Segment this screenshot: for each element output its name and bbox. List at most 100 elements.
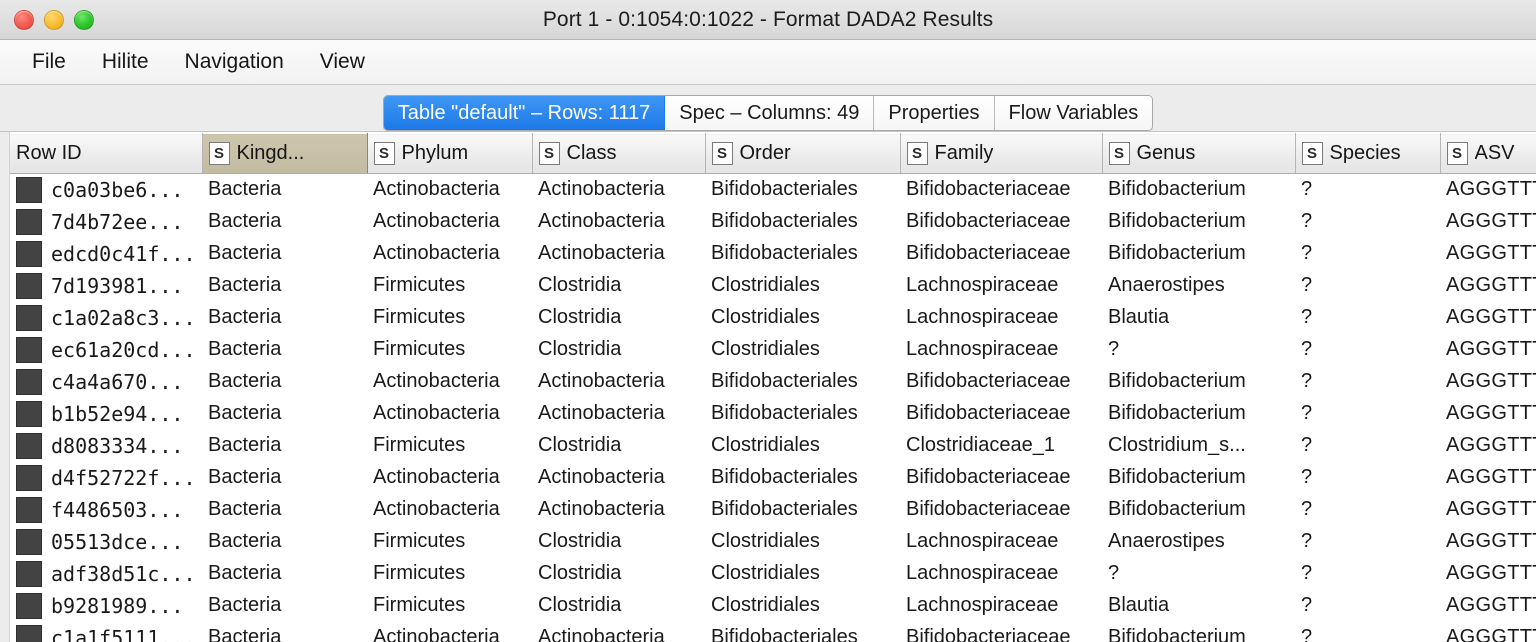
cell-phylum[interactable]: Actinobacteria: [367, 621, 532, 642]
cell-kingdom[interactable]: Bacteria: [202, 525, 367, 558]
cell-order[interactable]: Bifidobacteriales: [705, 397, 900, 430]
row-id-cell[interactable]: c1a1f5111...: [10, 621, 202, 642]
cell-class[interactable]: Actinobacteria: [532, 205, 705, 238]
cell-asv[interactable]: AGGGTTT: [1440, 493, 1536, 526]
cell-family[interactable]: Lachnospiraceae: [900, 333, 1102, 366]
cell-order[interactable]: Clostridiales: [705, 557, 900, 590]
cell-asv[interactable]: AGGGTTT: [1440, 557, 1536, 590]
menu-item-view[interactable]: View: [302, 47, 383, 77]
cell-phylum[interactable]: Actinobacteria: [367, 205, 532, 238]
cell-class[interactable]: Clostridia: [532, 589, 705, 622]
cell-family[interactable]: Bifidobacteriaceae: [900, 621, 1102, 642]
table-row[interactable]: f4486503... Bacteria Actinobacteria Actinob…: [10, 493, 1536, 526]
column-header-family[interactable]: S Family: [900, 133, 1103, 174]
cell-class[interactable]: Actinobacteria: [532, 365, 705, 398]
column-header-kingdom[interactable]: S Kingd...: [202, 133, 368, 174]
cell-genus[interactable]: Bifidobacterium: [1102, 461, 1295, 494]
cell-genus[interactable]: Bifidobacterium: [1102, 621, 1295, 642]
row-id-cell[interactable]: c1a02a8c3...: [10, 301, 202, 334]
column-header-asv[interactable]: S ASV: [1440, 133, 1536, 174]
column-header-rowid[interactable]: Row ID: [10, 133, 203, 174]
cell-order[interactable]: Bifidobacteriales: [705, 365, 900, 398]
maximize-button[interactable]: [74, 9, 94, 30]
table-row[interactable]: 05513dce... Bacteria Firmicutes Clostridia C…: [10, 525, 1536, 558]
cell-species[interactable]: ?: [1295, 365, 1440, 398]
cell-order[interactable]: Bifidobacteriales: [705, 237, 900, 270]
table-row[interactable]: d4f52722f... Bacteria Actinobacteria Actino…: [10, 461, 1536, 494]
cell-species[interactable]: ?: [1295, 525, 1440, 558]
cell-species[interactable]: ?: [1295, 621, 1440, 642]
row-id-cell[interactable]: 7d4b72ee...: [10, 205, 202, 238]
cell-phylum[interactable]: Firmicutes: [367, 589, 532, 622]
column-header-phylum[interactable]: S Phylum: [367, 133, 533, 174]
cell-genus[interactable]: Anaerostipes: [1102, 269, 1295, 302]
cell-family[interactable]: Bifidobacteriaceae: [900, 205, 1102, 238]
cell-order[interactable]: Clostridiales: [705, 301, 900, 334]
row-id-cell[interactable]: adf38d51c...: [10, 557, 202, 590]
cell-order[interactable]: Clostridiales: [705, 269, 900, 302]
table-row[interactable]: c1a1f5111... Bacteria Actinobacteria Actino…: [10, 621, 1536, 642]
cell-family[interactable]: Lachnospiraceae: [900, 301, 1102, 334]
table-row[interactable]: b9281989... Bacteria Firmicutes Clostridia C…: [10, 589, 1536, 622]
table-row[interactable]: c4a4a670... Bacteria Actinobacteria Actinob…: [10, 365, 1536, 398]
cell-class[interactable]: Actinobacteria: [532, 173, 705, 206]
tab-flow-variables[interactable]: Flow Variables: [994, 96, 1153, 130]
cell-class[interactable]: Actinobacteria: [532, 493, 705, 526]
tab-properties[interactable]: Properties: [874, 96, 995, 130]
cell-class[interactable]: Actinobacteria: [532, 461, 705, 494]
cell-species[interactable]: ?: [1295, 269, 1440, 302]
cell-asv[interactable]: AGGGTTT: [1440, 301, 1536, 334]
tab-table-default[interactable]: Table "default" – Rows: 1117: [383, 96, 666, 130]
menu-item-hilite[interactable]: Hilite: [84, 47, 167, 77]
cell-asv[interactable]: AGGGTTT: [1440, 461, 1536, 494]
cell-class[interactable]: Clostridia: [532, 269, 705, 302]
table-scroll-viewport[interactable]: Row ID S Kingd... S Phylum S Class S Ord…: [10, 132, 1536, 642]
vertical-scrollbar-gutter[interactable]: [0, 132, 10, 642]
cell-class[interactable]: Clostridia: [532, 333, 705, 366]
cell-kingdom[interactable]: Bacteria: [202, 589, 367, 622]
cell-phylum[interactable]: Firmicutes: [367, 429, 532, 462]
cell-species[interactable]: ?: [1295, 589, 1440, 622]
cell-species[interactable]: ?: [1295, 205, 1440, 238]
column-header-genus[interactable]: S Genus: [1102, 133, 1296, 174]
cell-genus[interactable]: Bifidobacterium: [1102, 365, 1295, 398]
table-row[interactable]: 7d4b72ee... Bacteria Actinobacteria Actinob…: [10, 205, 1536, 238]
column-header-class[interactable]: S Class: [532, 133, 706, 174]
cell-species[interactable]: ?: [1295, 333, 1440, 366]
cell-order[interactable]: Clostridiales: [705, 333, 900, 366]
cell-family[interactable]: Lachnospiraceae: [900, 269, 1102, 302]
cell-asv[interactable]: AGGGTTT: [1440, 269, 1536, 302]
cell-asv[interactable]: AGGGTTT: [1440, 397, 1536, 430]
cell-asv[interactable]: AGGGTTT: [1440, 365, 1536, 398]
cell-genus[interactable]: Bifidobacterium: [1102, 237, 1295, 270]
cell-kingdom[interactable]: Bacteria: [202, 429, 367, 462]
cell-asv[interactable]: AGGGTTT: [1440, 621, 1536, 642]
cell-kingdom[interactable]: Bacteria: [202, 269, 367, 302]
cell-genus[interactable]: Bifidobacterium: [1102, 205, 1295, 238]
tab-spec[interactable]: Spec – Columns: 49: [665, 96, 875, 130]
cell-species[interactable]: ?: [1295, 237, 1440, 270]
cell-species[interactable]: ?: [1295, 461, 1440, 494]
cell-class[interactable]: Clostridia: [532, 557, 705, 590]
table-row[interactable]: ec61a20cd... Bacteria Firmicutes Clostridia…: [10, 333, 1536, 366]
cell-order[interactable]: Clostridiales: [705, 525, 900, 558]
cell-species[interactable]: ?: [1295, 557, 1440, 590]
cell-family[interactable]: Clostridiaceae_1: [900, 429, 1102, 462]
table-row[interactable]: 7d193981... Bacteria Firmicutes Clostridia C…: [10, 269, 1536, 302]
cell-asv[interactable]: AGGGTTT: [1440, 333, 1536, 366]
cell-kingdom[interactable]: Bacteria: [202, 365, 367, 398]
row-id-cell[interactable]: d8083334...: [10, 429, 202, 462]
cell-genus[interactable]: Anaerostipes: [1102, 525, 1295, 558]
row-id-cell[interactable]: f4486503...: [10, 493, 202, 526]
cell-kingdom[interactable]: Bacteria: [202, 301, 367, 334]
cell-phylum[interactable]: Actinobacteria: [367, 461, 532, 494]
cell-phylum[interactable]: Firmicutes: [367, 525, 532, 558]
cell-genus[interactable]: ?: [1102, 333, 1295, 366]
cell-phylum[interactable]: Firmicutes: [367, 301, 532, 334]
cell-family[interactable]: Lachnospiraceae: [900, 525, 1102, 558]
cell-genus[interactable]: ?: [1102, 557, 1295, 590]
cell-kingdom[interactable]: Bacteria: [202, 237, 367, 270]
cell-kingdom[interactable]: Bacteria: [202, 173, 367, 206]
row-id-cell[interactable]: edcd0c41f...: [10, 237, 202, 270]
cell-order[interactable]: Clostridiales: [705, 589, 900, 622]
